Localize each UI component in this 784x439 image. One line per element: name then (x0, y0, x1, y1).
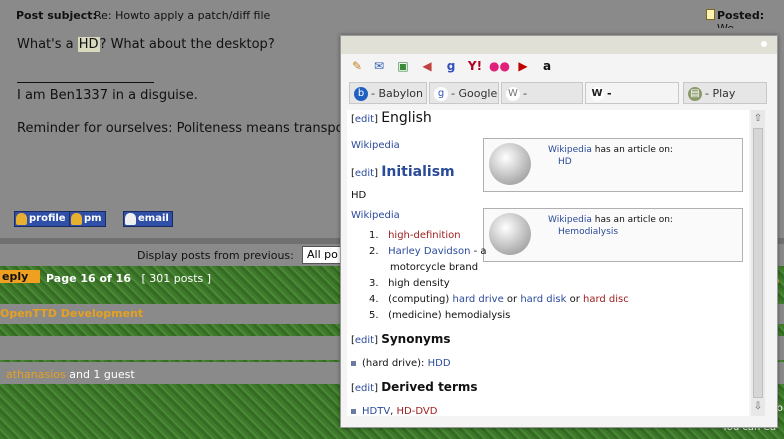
scroll-down-icon[interactable]: ⇩ (751, 400, 765, 414)
wikipedia-link[interactable]: Wikipedia (351, 210, 400, 221)
envelope-icon (125, 213, 136, 225)
headword: HD (351, 190, 367, 201)
wikipedia-article-link[interactable]: Hemodialysis (558, 227, 618, 237)
edit-link[interactable]: edit (355, 335, 374, 346)
post-subject-label: Post subject: (16, 9, 97, 22)
synonym-item: (hard drive): HDD (351, 358, 451, 369)
tab-wiktionary[interactable]: W- Wiktionary (585, 82, 679, 122)
english-heading: [edit] English (351, 110, 432, 126)
signature-line-2: Reminder for ourselves: Politeness means… (17, 121, 349, 136)
bullet-icon (351, 408, 356, 414)
popup-titlebar[interactable] (341, 36, 777, 54)
display-posts-label: Display posts from previous: (137, 249, 294, 262)
definition-5: 5. (medicine) hemodialysis (369, 310, 511, 321)
flickr-icon[interactable]: ●● (489, 58, 510, 74)
signature-line-1: I am Ben1337 in a disguise. (17, 88, 198, 103)
user-icon (16, 213, 27, 225)
google-icon[interactable]: g (443, 58, 459, 74)
film-icon: ▤ (688, 87, 702, 101)
edit-link[interactable]: edit (355, 168, 374, 179)
tab-google[interactable]: g- Google (429, 82, 499, 104)
online-user-link[interactable]: athanasios (6, 368, 66, 381)
wikipedia-link[interactable]: Wikipedia (351, 140, 400, 151)
content-scrollbar[interactable]: ⇧ ⇩ (751, 110, 765, 416)
wiktionary-icon: W (590, 87, 604, 101)
dictionary-popup: ✎ ✉ ▣ ◀ g Y! ●● ▶ a b- Babylon g- Google W- Wiki… (340, 35, 778, 428)
pm-button[interactable]: pm (69, 211, 106, 227)
edit-link[interactable]: edit (355, 383, 374, 394)
reply-button[interactable]: eply (0, 270, 40, 283)
wikipedia-globe-icon (489, 143, 531, 185)
definition-1: 1. high-definition (369, 230, 461, 241)
users-icon (71, 213, 82, 225)
derived-term-item: HDTV, HD-DVD (351, 406, 437, 416)
bullet-icon (351, 360, 356, 366)
mail-icon[interactable]: ✉ (371, 58, 387, 74)
profile-button[interactable]: profile (14, 211, 70, 227)
youtube-icon[interactable]: ▶ (515, 58, 531, 74)
picture-icon[interactable]: ▣ (395, 58, 411, 74)
yahoo-icon[interactable]: Y! (467, 58, 483, 74)
scrollbar-thumb[interactable] (753, 128, 763, 398)
wikipedia-icon: W (506, 87, 520, 101)
wikipedia-box-1: Wikipedia has an article on: HD (483, 138, 743, 192)
definition-content: [edit] English Wikipedia [edit] Initiali… (347, 110, 749, 416)
amazon-icon[interactable]: a (539, 58, 555, 74)
google-icon: g (434, 87, 448, 101)
post-question: What's a HD? What about the desktop? (17, 37, 275, 52)
page-info: Page 16 of 16 [ 301 posts ] (46, 272, 212, 285)
close-icon[interactable] (761, 41, 767, 47)
speaker-icon[interactable]: ◀ (419, 58, 435, 74)
scroll-up-icon[interactable]: ⇧ (751, 112, 765, 126)
signature-divider (17, 82, 154, 83)
email-button[interactable]: email (123, 211, 173, 227)
definition-4: 4. (computing) hard drive or hard disk o… (369, 294, 629, 305)
definition-3: 3. high density (369, 278, 450, 289)
forum-name-link[interactable]: OpenTTD Development (0, 307, 143, 320)
tab-wikipedia[interactable]: W- Wikipedia (501, 82, 583, 122)
wikipedia-box-2: Wikipedia has an article on: Hemodialysi… (483, 208, 743, 262)
tab-play-video[interactable]: ▤- Play video (683, 82, 767, 122)
tab-babylon[interactable]: b- Babylon (349, 82, 427, 104)
pencil-icon[interactable]: ✎ (349, 58, 365, 74)
post-document-icon (706, 9, 715, 20)
wikipedia-article-link[interactable]: HD (558, 157, 572, 167)
babylon-icon: b (354, 87, 368, 101)
initialism-heading: [edit] Initialism (351, 164, 455, 180)
derived-terms-heading: [edit] Derived terms (351, 380, 478, 394)
online-users: athanasios and 1 guest (6, 368, 135, 381)
wikipedia-globe-icon (489, 213, 531, 255)
definition-2-cont: motorcycle brand (390, 262, 479, 273)
definition-2: 2. Harley Davidson - a (369, 246, 487, 257)
post-subject-text: Re: Howto apply a patch/diff file (94, 9, 271, 22)
edit-link[interactable]: edit (355, 114, 374, 125)
hd-highlight[interactable]: HD (77, 37, 100, 52)
synonyms-heading: [edit] Synonyms (351, 332, 451, 346)
